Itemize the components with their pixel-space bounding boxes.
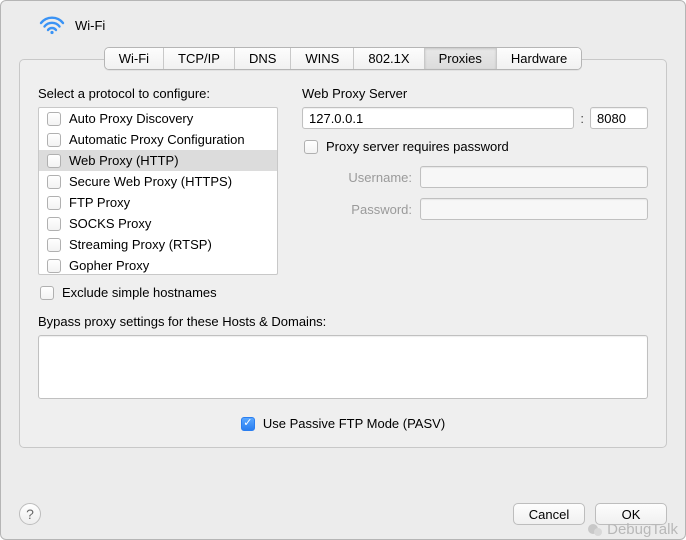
- tab-proxies[interactable]: Proxies: [425, 48, 497, 69]
- protocol-column: Select a protocol to configure: Auto Pro…: [38, 86, 278, 300]
- tab-tcpip[interactable]: TCP/IP: [164, 48, 235, 69]
- footer: ? Cancel OK: [1, 493, 685, 539]
- checkbox-icon[interactable]: [47, 238, 61, 252]
- protocol-row[interactable]: Automatic Proxy Configuration: [39, 129, 277, 150]
- protocol-label: Auto Proxy Discovery: [69, 111, 193, 126]
- help-icon: ?: [26, 506, 34, 522]
- bypass-label: Bypass proxy settings for these Hosts & …: [38, 314, 648, 329]
- help-button[interactable]: ?: [19, 503, 41, 525]
- pasv-label: Use Passive FTP Mode (PASV): [263, 416, 445, 431]
- tab-wins[interactable]: WINS: [291, 48, 354, 69]
- username-label: Username:: [302, 170, 412, 185]
- server-title: Web Proxy Server: [302, 86, 648, 101]
- protocol-row[interactable]: SOCKS Proxy: [39, 213, 277, 234]
- protocol-row[interactable]: Streaming Proxy (RTSP): [39, 234, 277, 255]
- protocol-label: Secure Web Proxy (HTTPS): [69, 174, 232, 189]
- protocol-row[interactable]: FTP Proxy: [39, 192, 277, 213]
- checkbox-icon[interactable]: [47, 259, 61, 273]
- checkbox-icon[interactable]: [47, 175, 61, 189]
- window-header: Wi-Fi: [1, 1, 685, 43]
- server-column: Web Proxy Server : Proxy server requires…: [302, 86, 648, 300]
- cancel-button[interactable]: Cancel: [513, 503, 585, 525]
- checkbox-icon[interactable]: ✓: [241, 417, 255, 431]
- tab-8021x[interactable]: 802.1X: [354, 48, 424, 69]
- password-label: Password:: [302, 202, 412, 217]
- preferences-window: Wi-Fi Wi-Fi TCP/IP DNS WINS 802.1X Proxi…: [0, 0, 686, 540]
- checkbox-icon[interactable]: [304, 140, 318, 154]
- protocol-row[interactable]: Auto Proxy Discovery: [39, 108, 277, 129]
- require-password-label: Proxy server requires password: [326, 139, 509, 154]
- proxies-panel: Select a protocol to configure: Auto Pro…: [19, 59, 667, 448]
- checkbox-icon[interactable]: [40, 286, 54, 300]
- wifi-icon: [39, 15, 65, 35]
- protocol-row[interactable]: Gopher Proxy: [39, 255, 277, 275]
- bypass-textarea[interactable]: [38, 335, 648, 399]
- tab-dns[interactable]: DNS: [235, 48, 291, 69]
- ok-button[interactable]: OK: [595, 503, 667, 525]
- protocol-label: FTP Proxy: [69, 195, 130, 210]
- checkbox-icon[interactable]: [47, 196, 61, 210]
- protocol-label: Streaming Proxy (RTSP): [69, 237, 212, 252]
- tab-hardware[interactable]: Hardware: [497, 48, 581, 69]
- header-title: Wi-Fi: [75, 18, 105, 33]
- protocol-row[interactable]: Web Proxy (HTTP): [39, 150, 277, 171]
- protocol-label: SOCKS Proxy: [69, 216, 151, 231]
- require-password-row[interactable]: Proxy server requires password: [302, 139, 648, 154]
- protocol-label: Gopher Proxy: [69, 258, 149, 273]
- password-input[interactable]: [420, 198, 648, 220]
- protocol-title: Select a protocol to configure:: [38, 86, 278, 101]
- proxy-host-input[interactable]: [302, 107, 574, 129]
- checkbox-icon[interactable]: [47, 154, 61, 168]
- tabs-container: Wi-Fi TCP/IP DNS WINS 802.1X Proxies Har…: [1, 47, 685, 70]
- checkbox-icon[interactable]: [47, 217, 61, 231]
- protocol-row[interactable]: Secure Web Proxy (HTTPS): [39, 171, 277, 192]
- exclude-hostnames-row[interactable]: Exclude simple hostnames: [38, 285, 278, 300]
- protocol-list[interactable]: Auto Proxy Discovery Automatic Proxy Con…: [38, 107, 278, 275]
- username-input[interactable]: [420, 166, 648, 188]
- protocol-label: Automatic Proxy Configuration: [69, 132, 245, 147]
- tabs: Wi-Fi TCP/IP DNS WINS 802.1X Proxies Har…: [104, 47, 583, 70]
- pasv-row[interactable]: ✓ Use Passive FTP Mode (PASV): [38, 416, 648, 431]
- checkbox-icon[interactable]: [47, 112, 61, 126]
- proxy-port-input[interactable]: [590, 107, 648, 129]
- exclude-hostnames-label: Exclude simple hostnames: [62, 285, 217, 300]
- tab-wifi[interactable]: Wi-Fi: [105, 48, 164, 69]
- host-port-separator: :: [580, 111, 584, 126]
- checkbox-icon[interactable]: [47, 133, 61, 147]
- protocol-label: Web Proxy (HTTP): [69, 153, 179, 168]
